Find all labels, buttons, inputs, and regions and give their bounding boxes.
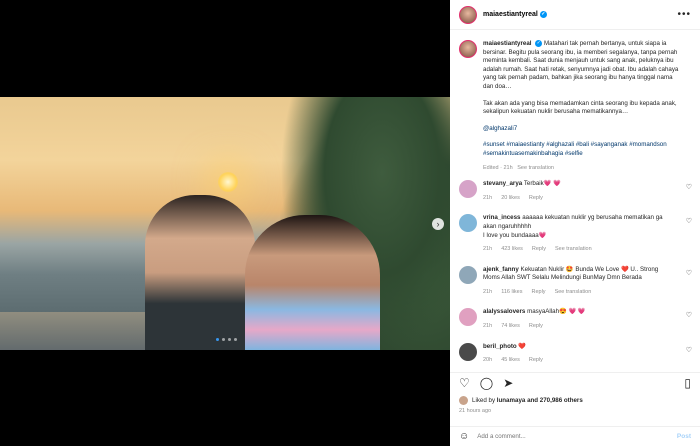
media-pane: › [0,0,450,446]
comment-time: 21h [483,323,493,330]
caption-text-p1: Matahari tak pernah bertanya, untuk siap… [483,40,679,90]
comment-like-icon[interactable]: ♡ [686,183,692,191]
comment-see-translation[interactable]: See translation [555,289,592,295]
likes-others[interactable]: and 270,986 others [527,397,583,404]
comment-likes[interactable]: 116 likes [501,289,522,295]
comment-reply[interactable]: Reply [529,195,543,201]
comment-reply[interactable]: Reply [529,323,543,329]
likes-summary: Liked by lunamaya and 270,986 others [459,396,583,405]
comment-text: masyaAllah😍 💗 💗 [527,308,586,316]
carousel-next-icon[interactable]: › [432,218,444,230]
comment-likes[interactable]: 20 likes [501,195,520,201]
comment-username[interactable]: vrina_incess [483,214,521,221]
caption-meta: Edited · 21h See translation [483,164,683,173]
carousel-dots [216,338,237,341]
emoji-icon[interactable]: ☺ [459,431,469,442]
photo-sun [218,172,238,192]
comment-reply[interactable]: Reply [529,357,543,363]
comment-text: ❤️ [518,342,527,350]
add-comment-bar: ☺ Post [450,426,700,446]
comment-item: alalyssalovers masyaAllah😍 💗 💗 21h 74 like… [450,308,700,330]
comment-item: vrina_incess aaaaaa kekuatan nuklir yg b… [450,214,700,253]
comment-avatar[interactable] [459,180,477,199]
comment-time: 21h [483,194,493,201]
comment-meta: 20h 45 likes Reply [483,356,673,365]
caption-avatar[interactable] [459,40,477,58]
comment-see-translation[interactable]: See translation [555,246,592,252]
comment-list: stevany_arya Terbaik💗 💗 21h 20 likes Reply ♡… [450,180,700,365]
post-timestamp: 21 hours ago [459,408,492,414]
comment-avatar[interactable] [459,308,477,327]
like-heart-icon[interactable]: ♡ [459,377,470,389]
likes-prefix: Liked by [472,397,496,404]
comment-meta: 21h 423 likes Reply See translation [483,245,673,254]
post-comment-button[interactable]: Post [677,433,691,440]
liker-avatar[interactable] [459,396,468,405]
comment-time: 21h [483,288,493,295]
comment-time: 21h [483,246,493,253]
comment-item: beril_photo ❤️ 20h 45 likes Reply ♡ [450,342,700,365]
comments-scroll[interactable]: maiaestiantyreal ✓ Matahari tak pernah b… [450,30,700,366]
comment-likes[interactable]: 45 likes [501,357,520,363]
comment-meta: 21h 20 likes Reply [483,194,673,203]
comment-item: ajenk_fanny Kekuatan Nuklir 🤩 Bunda We L… [450,265,700,297]
comment-username[interactable]: alalyssalovers [483,308,525,315]
caption: maiaestiantyreal ✓ Matahari tak pernah b… [450,30,700,172]
comment-time: 20h [483,357,493,364]
caption-edited: Edited · 21h [483,164,513,171]
caption-text-p2: Tak akan ada yang bisa memadamkan cinta … [483,99,677,116]
action-bar: ♡ ◯ ➤ ▯ [450,372,700,392]
comment-likes[interactable]: 74 likes [501,323,520,329]
caption-see-translation[interactable]: See translation [517,165,554,171]
comment-username[interactable]: beril_photo [483,343,517,350]
author-username[interactable]: maiaestiantyreal ✓ [483,11,547,18]
liked-by-user[interactable]: lunamaya [497,397,526,404]
comment-like-icon[interactable]: ♡ [686,311,692,319]
caption-hashtags[interactable]: #sunset #maiaestianty #alghazali #bali #… [483,141,683,158]
verified-icon: ✓ [539,11,547,18]
comment-like-icon[interactable]: ♡ [686,346,692,354]
post-header: maiaestiantyreal ✓ ••• [450,0,700,30]
comment-avatar[interactable] [459,342,477,361]
comment-meta: 21h 74 likes Reply [483,322,673,331]
comment-like-icon[interactable]: ♡ [686,217,692,225]
comment-meta: 21h 116 likes Reply See translation [483,288,673,297]
caption-mention[interactable]: @alghazali7 [483,125,683,134]
comment-icon[interactable]: ◯ [480,377,493,389]
comment-item: stevany_arya Terbaik💗 💗 21h 20 likes Reply ♡ [450,180,700,202]
post-sidebar: maiaestiantyreal ✓ ••• maiaestiantyreal ✓… [450,0,700,446]
photo-person-son [145,195,255,350]
comment-username[interactable]: ajenk_fanny [483,266,519,273]
comment-text: Terbaik💗 💗 [523,180,561,188]
author-avatar[interactable] [459,5,477,24]
comment-reply[interactable]: Reply [532,289,546,295]
verified-icon: ✓ [535,40,543,47]
caption-username[interactable]: maiaestiantyreal [483,40,532,47]
bookmark-icon[interactable]: ▯ [684,377,691,389]
comment-avatar[interactable] [459,214,477,233]
photo-person-mother [245,215,380,350]
post-photo[interactable] [0,97,450,350]
comment-input[interactable] [477,433,648,440]
comment-avatar[interactable] [459,265,477,284]
share-icon[interactable]: ➤ [503,377,513,389]
comment-reply[interactable]: Reply [532,246,546,252]
comment-username[interactable]: stevany_arya [483,180,522,187]
comment-likes[interactable]: 423 likes [501,246,523,252]
comment-like-icon[interactable]: ♡ [686,269,692,277]
more-options-icon[interactable]: ••• [677,9,691,20]
